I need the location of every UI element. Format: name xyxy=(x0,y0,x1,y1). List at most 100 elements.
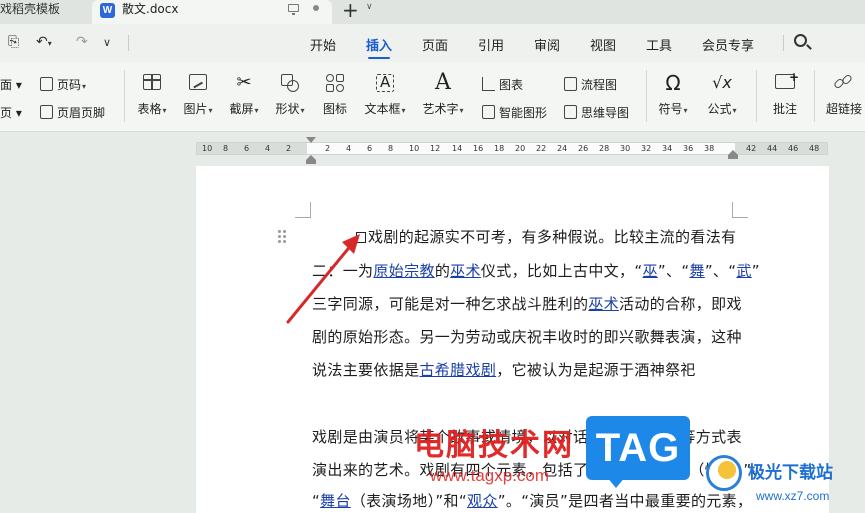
monitor-icon[interactable] xyxy=(288,4,299,15)
chart-button[interactable]: 图表 xyxy=(482,76,523,93)
picture-button[interactable]: 图片▾ xyxy=(180,72,216,117)
document-line[interactable]: 二：一为原始宗教的巫术仪式，比如上古中文，“巫”、“舞”、“武” xyxy=(312,260,760,281)
document-line[interactable]: 剧的原始形态。另一为劳动或庆祝丰收时的即兴歌舞表演，这种 xyxy=(312,326,742,347)
wordart-button[interactable]: A 艺术字▾ xyxy=(420,72,466,117)
divider xyxy=(646,70,647,122)
tab-document[interactable]: W 散文.docx xyxy=(92,0,332,24)
new-tab-chevron-icon[interactable]: ∨ xyxy=(366,2,373,12)
document-line[interactable]: “舞台（表演场地）”和“观众”。“演员”是四者当中最重要的元素， xyxy=(312,490,752,511)
comment-button[interactable]: + 批注 xyxy=(768,70,802,117)
new-tab-plus-icon[interactable]: + xyxy=(342,0,359,22)
menu-references[interactable]: 引用 xyxy=(478,35,504,54)
smart-graphic-icon xyxy=(482,105,495,119)
ruler-tick-label: 20 xyxy=(515,144,526,153)
text-run: “ xyxy=(312,492,321,510)
ruler-tick-label: 24 xyxy=(557,144,568,153)
text-run: 的 xyxy=(434,262,451,280)
ribbon-cover-button[interactable]: 面 ▾ xyxy=(0,76,22,93)
text-run: 说法主要依据是 xyxy=(312,361,420,379)
divider xyxy=(783,35,784,51)
annotation-arrow xyxy=(286,234,360,324)
icons-button[interactable]: 图标 xyxy=(320,72,350,117)
symbol-label: 符号 xyxy=(658,102,683,116)
screenshot-button[interactable]: ✂ 截屏▾ xyxy=(226,72,262,117)
document-line[interactable]: 戏剧的起源实不可考，有多种假说。比较主流的看法有 xyxy=(356,226,736,247)
ruler-tick-label: 44 xyxy=(767,144,778,153)
text-run: ” xyxy=(751,262,760,280)
textbox-label: 文本框 xyxy=(364,102,401,116)
menu-tools[interactable]: 工具 xyxy=(646,35,672,54)
ruler-tick-label: 14 xyxy=(452,144,463,153)
undo-icon[interactable]: ↶▾ xyxy=(36,34,52,50)
textbox-button[interactable]: A 文本框▾ xyxy=(362,72,408,117)
hyperlink[interactable]: 观众 xyxy=(467,492,498,510)
shape-button[interactable]: 形状▾ xyxy=(272,72,308,117)
hyperlink[interactable]: 巫术 xyxy=(450,262,481,280)
hyperlink-label: 超链接 xyxy=(826,102,863,116)
more-chevron-icon[interactable]: ∨ xyxy=(103,36,111,49)
ruler-tick-label: 26 xyxy=(578,144,589,153)
ruler-tick-label: 42 xyxy=(746,144,757,153)
search-icon[interactable] xyxy=(794,34,807,47)
menu-bar: ⎘ ↶▾ ↷ ∨ 开始 插入 页面 引用 审阅 视图 工具 会员专享 xyxy=(0,24,865,62)
wordart-label: 艺术字 xyxy=(422,102,459,116)
first-line-indent-marker[interactable] xyxy=(306,137,316,143)
icons-label: 图标 xyxy=(322,102,347,116)
ruler-tick-label: 18 xyxy=(494,144,505,153)
menu-home[interactable]: 开始 xyxy=(310,35,336,54)
menu-member[interactable]: 会员专享 xyxy=(702,35,754,54)
redo-icon[interactable]: ↷ xyxy=(76,34,88,50)
document-line[interactable]: 三字同源，可能是对一种乞求战斗胜利的巫术活动的合称，即戏 xyxy=(312,293,742,314)
ruler-tick-label: 22 xyxy=(536,144,547,153)
menu-insert[interactable]: 插入 xyxy=(366,35,392,54)
hyperlink[interactable]: 武 xyxy=(736,262,751,280)
symbol-button[interactable]: Ω 符号▾ xyxy=(656,72,690,117)
header-footer-button[interactable]: 页眉页脚 xyxy=(40,104,105,121)
hyperlink[interactable]: 舞 xyxy=(689,262,704,280)
shape-icon xyxy=(279,72,301,94)
text-run: 仪式，比如上古中文，“ xyxy=(480,262,643,280)
smart-graphic-button[interactable]: 智能图形 xyxy=(482,104,547,121)
hyperlink[interactable]: 巫术 xyxy=(588,295,619,313)
comment-icon: + xyxy=(774,70,799,94)
hyperlink[interactable]: 巫 xyxy=(643,262,658,280)
ribbon-blank-button[interactable]: 页 ▾ xyxy=(0,104,22,121)
page-number-button[interactable]: 页码▾ xyxy=(40,76,86,93)
ruler-tick-label: 32 xyxy=(641,144,652,153)
flowchart-button[interactable]: 流程图 xyxy=(564,76,617,93)
left-indent-marker[interactable] xyxy=(306,155,316,164)
ruler-tick-label: 4 xyxy=(265,144,271,153)
watermark-url: www.tagxp.com xyxy=(430,466,550,485)
document-line[interactable]: 说法主要依据是古希腊戏剧，它被认为是起源于酒神祭祀 xyxy=(312,359,696,380)
ruler-tick-label: 48 xyxy=(809,144,820,153)
site-url: www.xz7.com xyxy=(756,489,830,503)
menu-page[interactable]: 页面 xyxy=(422,35,448,54)
hyperlink[interactable]: 古希腊戏剧 xyxy=(419,361,496,379)
mindmap-label: 思维导图 xyxy=(581,106,630,120)
shape-label: 形状 xyxy=(275,102,300,116)
wps-writer-icon: W xyxy=(100,3,115,18)
watermark-text: 电脑技术网 xyxy=(414,428,574,463)
print-preview-icon[interactable]: ⎘ xyxy=(8,34,19,50)
formula-button[interactable]: √x 公式▾ xyxy=(702,72,742,117)
ruler-tick-label: 8 xyxy=(223,144,229,153)
unsaved-dot-icon[interactable] xyxy=(313,5,319,11)
hyperlink-button[interactable]: 超链接 xyxy=(826,72,865,117)
wordart-icon: A xyxy=(435,70,451,95)
chart-label: 图表 xyxy=(499,78,524,92)
tab-template[interactable]: 戏稻壳模板 xyxy=(0,0,86,24)
right-indent-marker[interactable] xyxy=(728,150,738,159)
table-button[interactable]: 表格▾ xyxy=(134,72,170,117)
ruler-tick-label: 38 xyxy=(704,144,715,153)
chart-icon xyxy=(482,77,495,91)
ruler-tick-label: 34 xyxy=(662,144,673,153)
hyperlink[interactable]: 舞台 xyxy=(320,492,351,510)
mindmap-button[interactable]: 思维导图 xyxy=(564,104,629,121)
mindmap-icon xyxy=(564,105,577,119)
ruler-tick-label: 36 xyxy=(683,144,694,153)
menu-view[interactable]: 视图 xyxy=(590,35,616,54)
margin-corner-mark xyxy=(295,202,311,218)
hyperlink[interactable]: 原始宗教 xyxy=(373,262,434,280)
text-run: 剧的原始形态。另一为劳动或庆祝丰收时的即兴歌舞表演，这种 xyxy=(312,328,742,346)
menu-review[interactable]: 审阅 xyxy=(534,35,560,54)
